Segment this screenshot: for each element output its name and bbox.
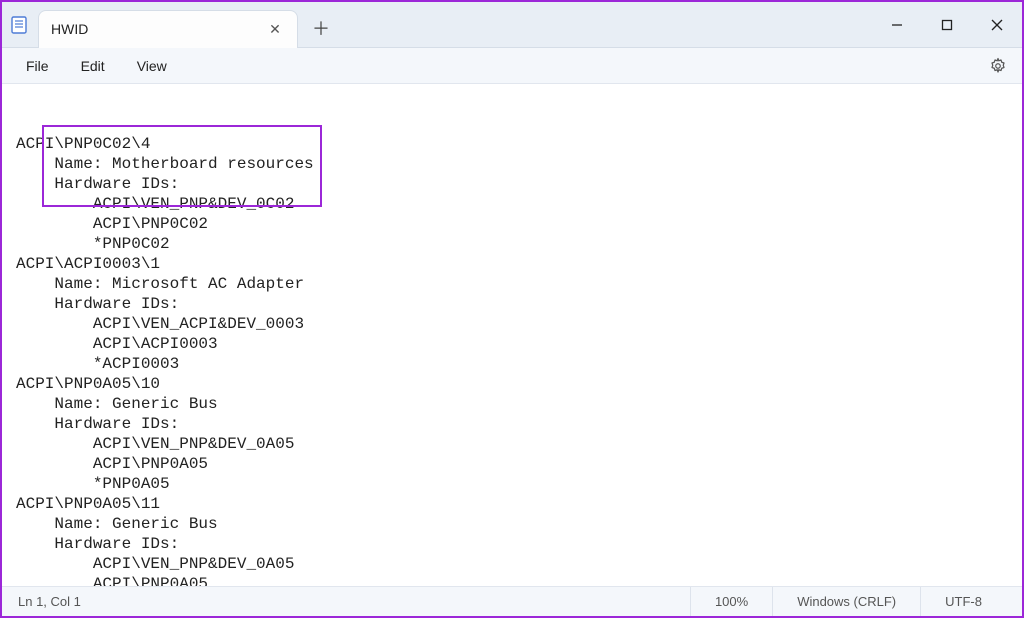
editor-line: ACPI\PNP0C02 [16, 214, 1014, 234]
editor-line: ACPI\PNP0C02\4 [16, 134, 1014, 154]
close-window-button[interactable] [972, 2, 1022, 47]
status-zoom[interactable]: 100% [690, 587, 772, 616]
editor-line: ACPI\PNP0A05 [16, 574, 1014, 586]
editor-line: ACPI\PNP0A05\10 [16, 374, 1014, 394]
editor-line: Hardware IDs: [16, 534, 1014, 554]
editor-line: ACPI\VEN_ACPI&DEV_0003 [16, 314, 1014, 334]
editor-line: ACPI\VEN_PNP&DEV_0A05 [16, 554, 1014, 574]
editor-line: Hardware IDs: [16, 414, 1014, 434]
editor-line: *ACPI0003 [16, 354, 1014, 374]
status-cursor-position: Ln 1, Col 1 [18, 587, 105, 616]
text-editor[interactable]: ACPI\PNP0C02\4 Name: Motherboard resourc… [2, 84, 1022, 586]
editor-line: Hardware IDs: [16, 294, 1014, 314]
maximize-button[interactable] [922, 2, 972, 47]
titlebar: HWID ✕ ＋ [2, 2, 1022, 48]
menu-file[interactable]: File [12, 54, 63, 78]
menubar: File Edit View [2, 48, 1022, 84]
editor-line: ACPI\PNP0A05\11 [16, 494, 1014, 514]
editor-line: *PNP0A05 [16, 474, 1014, 494]
status-line-ending[interactable]: Windows (CRLF) [772, 587, 920, 616]
editor-line: *PNP0C02 [16, 234, 1014, 254]
menu-edit[interactable]: Edit [67, 54, 119, 78]
editor-line: ACPI\ACPI0003 [16, 334, 1014, 354]
minimize-button[interactable] [872, 2, 922, 47]
editor-line: Hardware IDs: [16, 174, 1014, 194]
tab-title: HWID [51, 21, 257, 37]
status-encoding[interactable]: UTF-8 [920, 587, 1006, 616]
settings-button[interactable] [984, 52, 1012, 80]
editor-line: ACPI\VEN_PNP&DEV_0C02 [16, 194, 1014, 214]
document-tab[interactable]: HWID ✕ [38, 10, 298, 48]
close-tab-icon[interactable]: ✕ [265, 19, 285, 39]
editor-line: Name: Generic Bus [16, 514, 1014, 534]
notepad-icon [8, 14, 30, 36]
menu-view[interactable]: View [123, 54, 181, 78]
window-controls [872, 2, 1022, 47]
statusbar: Ln 1, Col 1 100% Windows (CRLF) UTF-8 [2, 586, 1022, 616]
editor-line: ACPI\ACPI0003\1 [16, 254, 1014, 274]
editor-line: ACPI\VEN_PNP&DEV_0A05 [16, 434, 1014, 454]
editor-line: Name: Microsoft AC Adapter [16, 274, 1014, 294]
new-tab-button[interactable]: ＋ [304, 11, 338, 45]
editor-line: Name: Generic Bus [16, 394, 1014, 414]
editor-line: ACPI\PNP0A05 [16, 454, 1014, 474]
editor-line: Name: Motherboard resources [16, 154, 1014, 174]
